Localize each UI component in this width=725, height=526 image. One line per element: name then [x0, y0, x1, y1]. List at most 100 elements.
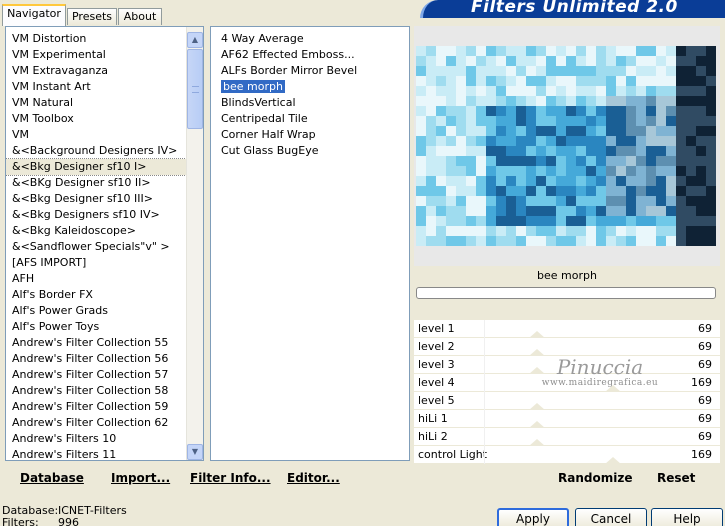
mosaic-tile [656, 56, 666, 66]
slider-thumb[interactable] [528, 421, 545, 428]
mosaic-tile [626, 76, 636, 86]
filter-list[interactable]: 4 Way Average AF62 Effected Emboss... ALFs… [211, 27, 409, 159]
filter-item[interactable]: BlindsVertical [215, 95, 409, 111]
category-item[interactable]: Andrew's Filter Collection 62 [6, 415, 186, 431]
category-item[interactable]: VM Extravaganza [6, 63, 186, 79]
mosaic-tile [646, 176, 656, 186]
category-item[interactable]: Andrew's Filter Collection 56 [6, 351, 186, 367]
mosaic-tile [586, 116, 596, 126]
filter-item[interactable]: Centripedal Tile [215, 111, 409, 127]
slider-row[interactable]: level 5 69 [414, 392, 720, 410]
slider-row[interactable]: level 4 169 [414, 374, 720, 392]
category-item[interactable]: &<Bkg Designer sf10 I> [6, 158, 187, 176]
mosaic-tile [616, 116, 626, 126]
slider-thumb[interactable] [528, 331, 545, 338]
mosaic-tile [676, 216, 686, 226]
category-item[interactable]: &<BKg Designer sf10 II> [6, 175, 186, 191]
mosaic-tile [446, 186, 456, 196]
database-button[interactable]: Database [20, 471, 84, 485]
mosaic-tile [596, 126, 606, 136]
category-item[interactable]: Andrew's Filter Collection 59 [6, 399, 186, 415]
mosaic-tile [536, 176, 546, 186]
category-item[interactable]: Andrew's Filters 10 [6, 431, 186, 447]
category-item[interactable]: Andrew's Filter Collection 58 [6, 383, 186, 399]
scroll-up-button[interactable]: ▲ [187, 32, 203, 48]
slider-row[interactable]: level 2 69 [414, 338, 720, 356]
mosaic-tile [576, 116, 586, 126]
mosaic-tile [606, 106, 616, 116]
category-item[interactable]: &<Sandflower Specials"v" > [6, 239, 186, 255]
slider-row[interactable]: hiLi 1 69 [414, 410, 720, 428]
mosaic-tile [586, 176, 596, 186]
filter-item[interactable]: 4 Way Average [215, 31, 409, 47]
tab-presets[interactable]: Presets [67, 8, 117, 25]
filter-item[interactable]: AF62 Effected Emboss... [215, 47, 409, 63]
slider-track[interactable] [484, 392, 680, 410]
slider-row[interactable]: level 1 69 [414, 320, 720, 338]
filter-item[interactable]: ALFs Border Mirror Bevel [215, 63, 409, 79]
category-item[interactable]: VM [6, 127, 186, 143]
slider-thumb[interactable] [528, 349, 545, 356]
category-item[interactable]: AFH [6, 271, 186, 287]
cancel-button[interactable]: Cancel [575, 508, 647, 526]
slider-track[interactable] [484, 356, 680, 374]
mosaic-tile [556, 176, 566, 186]
category-item[interactable]: &<Bkg Designers sf10 IV> [6, 207, 186, 223]
scroll-thumb[interactable] [187, 49, 203, 129]
apply-button[interactable]: Apply [497, 508, 569, 526]
category-item[interactable]: Alf's Power Toys [6, 319, 186, 335]
slider-thumb[interactable] [605, 385, 622, 392]
category-item[interactable]: VM Natural [6, 95, 186, 111]
mosaic-tile [466, 136, 476, 146]
scroll-down-button[interactable]: ▼ [187, 444, 203, 460]
category-item[interactable]: VM Experimental [6, 47, 186, 63]
slider-thumb[interactable] [605, 457, 622, 464]
randomize-button[interactable]: Randomize [558, 471, 632, 485]
filter-list-panel[interactable]: 4 Way Average AF62 Effected Emboss... ALFs… [210, 26, 410, 461]
category-item[interactable]: [AFS IMPORT] [6, 255, 186, 271]
category-item[interactable]: &<Background Designers IV> [6, 143, 186, 159]
slider-thumb[interactable] [528, 439, 545, 446]
filter-item[interactable]: Cut Glass BugEye [215, 143, 409, 159]
slider-track[interactable] [484, 410, 680, 428]
slider-row[interactable]: hiLi 2 69 [414, 428, 720, 446]
category-item[interactable]: VM Distortion [6, 31, 186, 47]
category-item[interactable]: &<Bkg Designer sf10 III> [6, 191, 186, 207]
category-item[interactable]: Alf's Power Grads [6, 303, 186, 319]
slider-track[interactable] [484, 446, 680, 464]
category-list-panel[interactable]: VM Distortion VM Experimental VM Extravaga… [5, 26, 204, 461]
mosaic-tile [546, 116, 556, 126]
editor-button[interactable]: Editor... [287, 471, 340, 485]
slider-track[interactable] [484, 374, 680, 392]
category-item[interactable]: VM Instant Art [6, 79, 186, 95]
slider-track[interactable] [484, 338, 680, 356]
category-item[interactable]: Andrew's Filter Collection 57 [6, 367, 186, 383]
slider-track[interactable] [484, 428, 680, 446]
mosaic-tile [606, 46, 616, 56]
mosaic-tile [626, 56, 636, 66]
tab-navigator[interactable]: Navigator [2, 4, 66, 26]
slider-row[interactable]: control Light 169 [414, 446, 720, 464]
slider-thumb[interactable] [528, 403, 545, 410]
mosaic-tile [486, 46, 496, 56]
slider-thumb[interactable] [528, 367, 545, 374]
filter-info-button[interactable]: Filter Info... [190, 471, 271, 485]
category-scrollbar[interactable]: ▲ ▼ [186, 27, 203, 460]
mosaic-tile [606, 156, 616, 166]
mosaic-tile [686, 186, 696, 196]
mosaic-tile [576, 106, 586, 116]
category-item[interactable]: Alf's Border FX [6, 287, 186, 303]
tab-about[interactable]: About [118, 8, 162, 25]
category-item[interactable]: Andrew's Filter Collection 55 [6, 335, 186, 351]
category-item[interactable]: &<Bkg Kaleidoscope> [6, 223, 186, 239]
filter-item[interactable]: bee morph [215, 79, 409, 95]
category-item[interactable]: Andrew's Filters 11 [6, 447, 186, 460]
slider-row[interactable]: level 3 69 [414, 356, 720, 374]
category-list[interactable]: VM Distortion VM Experimental VM Extravaga… [6, 27, 187, 460]
help-button[interactable]: Help [651, 508, 723, 526]
import-button[interactable]: Import... [111, 471, 170, 485]
reset-button[interactable]: Reset [657, 471, 695, 485]
filter-item[interactable]: Corner Half Wrap [215, 127, 409, 143]
category-item[interactable]: VM Toolbox [6, 111, 186, 127]
slider-track[interactable] [484, 320, 680, 338]
